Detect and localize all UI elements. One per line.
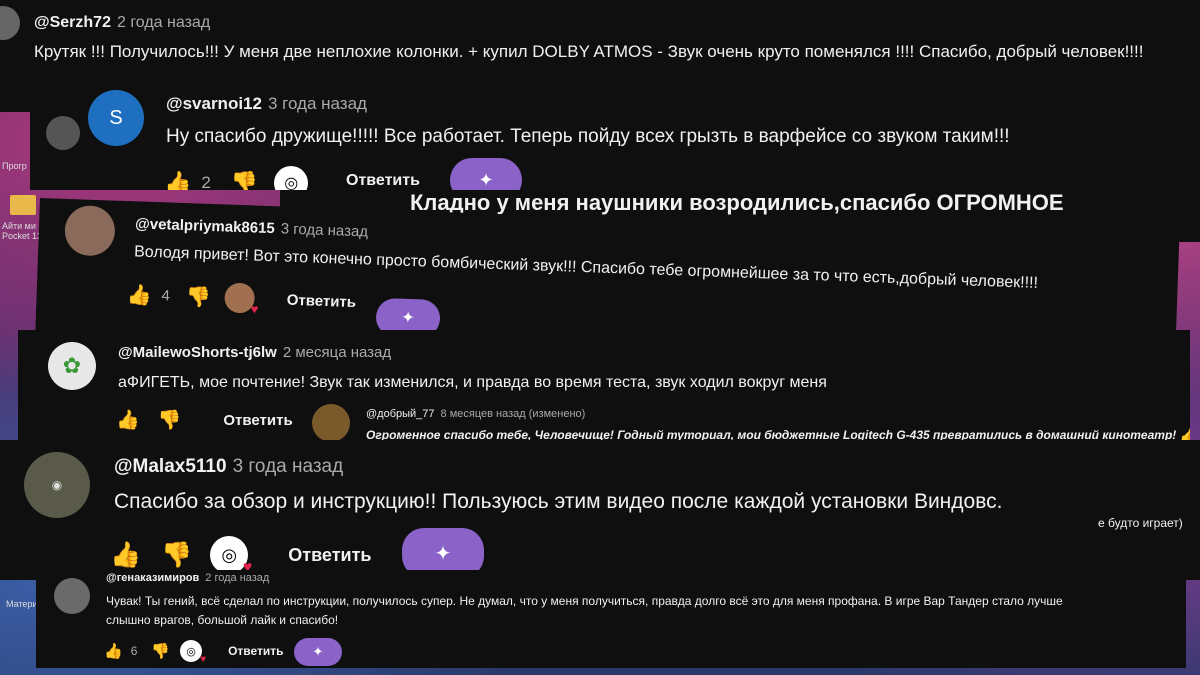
comment-author[interactable]: @vetalpriymak8615 <box>135 215 275 237</box>
comment-text: Спасибо за обзор и инструкцию!! Пользуюс… <box>114 490 1003 513</box>
comment-time[interactable]: 3 года назад <box>233 456 344 478</box>
comment-text: Кладно у меня наушники возродились,спаси… <box>410 190 1064 215</box>
avatar[interactable]: ✿ <box>48 342 96 390</box>
avatar[interactable] <box>54 578 90 614</box>
comment-author[interactable]: @svarnoi12 <box>166 94 262 114</box>
ai-reply-button[interactable]: ✦ <box>294 638 342 666</box>
ai-reply-button[interactable]: ✦ <box>450 158 522 190</box>
like-icon[interactable]: 👍 <box>126 282 152 308</box>
avatar[interactable] <box>46 116 80 150</box>
dislike-icon[interactable]: 👎 <box>185 284 212 310</box>
comment-card: S @svarnoi12 3 года назад Ну спасибо дру… <box>30 80 1200 190</box>
dislike-icon[interactable]: 👎 <box>231 170 258 190</box>
desktop-icon-label: Матери <box>6 599 38 609</box>
comment-author[interactable]: @Malax5110 <box>114 456 227 478</box>
reply-button[interactable]: Ответить <box>346 172 420 190</box>
avatar[interactable] <box>0 6 20 40</box>
comment-text: Ну спасибо дружище!!!!! Все работает. Те… <box>166 126 1010 147</box>
comment-author[interactable]: @Serzh72 <box>34 14 111 32</box>
avatar[interactable]: ◉ <box>24 452 90 518</box>
comment-time[interactable]: 3 года назад <box>268 94 367 114</box>
comment-time[interactable]: 2 года назад <box>117 14 210 32</box>
comment-text: Чувак! Ты гений, всё сделал по инструкци… <box>106 594 1063 608</box>
desktop-icon-label: Айти ми Pocket 13 <box>2 221 43 241</box>
avatar[interactable] <box>64 204 116 257</box>
comment-card: ◉ @Malax5110 3 года назад Спасибо за обз… <box>0 440 1200 580</box>
dislike-icon[interactable]: 👎 <box>158 408 182 432</box>
creator-heart-icon: ◎♥ <box>210 536 252 576</box>
reply-button[interactable]: Ответить <box>223 412 292 429</box>
like-icon[interactable]: 👍 <box>116 408 140 432</box>
comment-time[interactable]: 8 месяцев назад (изменено) <box>441 408 586 420</box>
comment-text: аФИГЕТЬ, мое почтение! Звук так изменилс… <box>118 374 827 391</box>
creator-heart-icon: ◎♥ <box>180 640 206 665</box>
creator-heart-icon: ◎♥ <box>274 166 312 190</box>
avatar[interactable]: S <box>88 90 144 146</box>
dislike-icon[interactable]: 👎 <box>161 541 192 570</box>
comment-author[interactable]: @MailewoShorts-tj6lw <box>118 344 277 361</box>
reply-button[interactable]: Ответить <box>288 545 371 566</box>
dislike-icon[interactable]: 👎 <box>151 642 170 660</box>
comment-text: Крутяк !!! Получилось!!! У меня две непл… <box>34 42 1144 61</box>
like-count: 4 <box>161 286 171 305</box>
like-count: 2 <box>201 173 211 190</box>
like-icon[interactable]: 👍 <box>164 170 191 190</box>
like-icon[interactable]: 👍 <box>104 642 123 660</box>
like-count: 6 <box>130 644 138 658</box>
desktop-icon-label: Прогр <box>2 161 27 171</box>
comment-author[interactable]: @генаказимиров <box>106 572 199 584</box>
comment-text-fragment: е будто играет) <box>1098 516 1183 530</box>
avatar-letter: S <box>109 106 123 129</box>
avatar[interactable] <box>312 404 350 442</box>
reply-button[interactable]: Ответить <box>286 291 356 310</box>
comment-author[interactable]: @добрый_77 <box>366 408 435 420</box>
comment-card: @генаказимиров 2 года назад Чувак! Ты ге… <box>36 570 1186 668</box>
like-icon[interactable]: 👍 <box>110 541 141 570</box>
comment-time[interactable]: 2 года назад <box>205 572 269 584</box>
desktop-folder-icon[interactable] <box>10 195 36 215</box>
comment-time[interactable]: 3 года назад <box>280 220 368 240</box>
creator-heart-icon: ♥ <box>224 282 259 317</box>
comment-time[interactable]: 2 месяца назад <box>283 344 391 361</box>
comment-text: слышно врагов, большой лайк и спасибо! <box>106 613 339 627</box>
reply-button[interactable]: Ответить <box>228 644 283 658</box>
